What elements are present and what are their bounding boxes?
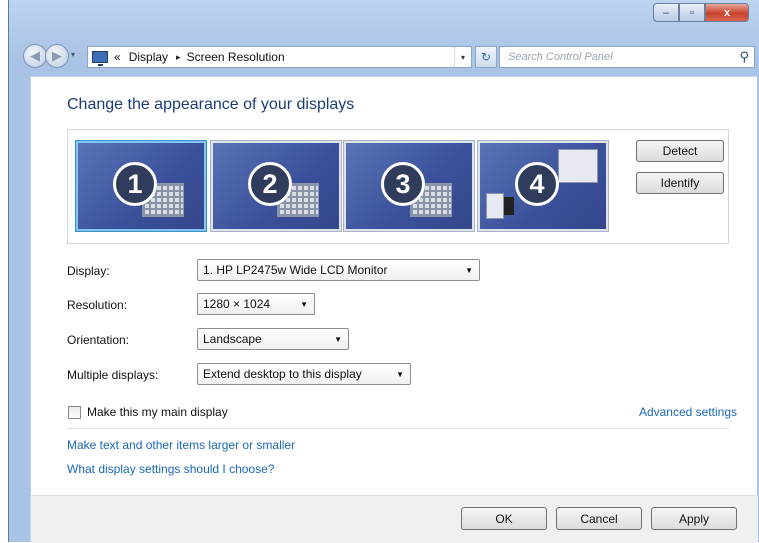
address-dropdown-icon[interactable]: ▾ <box>453 47 471 67</box>
help-link[interactable]: What display settings should I choose? <box>67 462 274 476</box>
ok-button[interactable]: OK <box>461 507 547 530</box>
display-label: Display: <box>67 264 110 278</box>
window-thumbnail-icon <box>558 149 598 183</box>
refresh-button[interactable]: ↻ <box>475 46 497 68</box>
dialog-footer: OK Cancel Apply <box>31 495 758 543</box>
page-title: Change the appearance of your displays <box>67 96 355 113</box>
search-input[interactable]: Search Control Panel ⚲ <box>499 46 755 68</box>
cancel-button[interactable]: Cancel <box>556 507 642 530</box>
chevron-down-icon: ▼ <box>465 265 473 275</box>
address-bar[interactable]: « Display ▸ Screen Resolution ▾ <box>87 46 472 68</box>
search-icon[interactable]: ⚲ <box>739 49 749 65</box>
orientation-select[interactable]: Landscape ▼ <box>197 328 349 350</box>
orientation-select-value: Landscape <box>203 332 262 346</box>
apply-button[interactable]: Apply <box>651 507 737 530</box>
advanced-settings-link[interactable]: Advanced settings <box>639 405 737 419</box>
monitor-number-badge: 1 <box>113 162 157 206</box>
multiple-displays-label: Multiple displays: <box>67 368 159 382</box>
monitor-2[interactable]: 2 <box>211 141 341 231</box>
navigation-bar: ◀ ▶ ▾ « Display ▸ Screen Resolution ▾ ↻ … <box>9 40 759 72</box>
back-button[interactable]: ◀ <box>23 44 47 68</box>
main-display-label[interactable]: Make this my main display <box>87 405 228 419</box>
breadcrumb-separator-icon[interactable]: ▸ <box>176 52 181 63</box>
caption-buttons: – ▫ x <box>653 3 749 22</box>
forward-button[interactable]: ▶ <box>45 44 69 68</box>
monitor-4[interactable]: 4 <box>478 141 608 231</box>
monitor-3[interactable]: 3 <box>344 141 474 231</box>
refresh-icon: ↻ <box>480 50 492 64</box>
window-frame: – ▫ x ◀ ▶ ▾ « Display ▸ Screen Resolutio… <box>8 0 759 543</box>
minimize-button[interactable]: – <box>653 3 679 22</box>
chevron-down-icon: ▼ <box>396 369 404 379</box>
display-select-value: 1. HP LP2475w Wide LCD Monitor <box>203 263 388 277</box>
device-thumbnail-icon <box>504 197 514 215</box>
divider <box>67 428 729 429</box>
search-placeholder: Search Control Panel <box>508 51 613 63</box>
back-arrow-icon: ◀ <box>30 48 40 63</box>
display-select[interactable]: 1. HP LP2475w Wide LCD Monitor ▼ <box>197 259 480 281</box>
multiple-displays-select-value: Extend desktop to this display <box>203 367 362 381</box>
resolution-label: Resolution: <box>67 298 128 312</box>
text-size-link[interactable]: Make text and other items larger or smal… <box>67 438 295 452</box>
multiple-displays-select[interactable]: Extend desktop to this display ▼ <box>197 363 411 385</box>
monitor-number-badge: 4 <box>515 162 559 206</box>
breadcrumb-screen-resolution[interactable]: Screen Resolution <box>187 50 285 64</box>
chevron-down-icon: ▼ <box>334 334 342 344</box>
forward-arrow-icon: ▶ <box>52 48 62 63</box>
monitor-number-badge: 3 <box>381 162 425 206</box>
content-pane: Change the appearance of your displays 1… <box>30 76 758 543</box>
resolution-select-value: 1280 × 1024 <box>203 297 271 311</box>
maximize-button[interactable]: ▫ <box>679 3 705 22</box>
breadcrumb-prefix[interactable]: « <box>114 50 121 64</box>
main-display-checkbox[interactable] <box>68 406 81 419</box>
resolution-select[interactable]: 1280 × 1024 ▼ <box>197 293 315 315</box>
monitor-1[interactable]: 1 <box>76 141 206 231</box>
breadcrumb-display[interactable]: Display <box>129 50 168 64</box>
detect-button[interactable]: Detect <box>636 140 724 162</box>
identify-button[interactable]: Identify <box>636 172 724 194</box>
monitor-number-badge: 2 <box>248 162 292 206</box>
orientation-label: Orientation: <box>67 333 130 347</box>
recent-pages-dropdown-icon[interactable]: ▾ <box>71 50 75 59</box>
close-button[interactable]: x <box>705 3 749 22</box>
monitor-arrangement-panel: 1 2 3 4 <box>67 129 729 244</box>
document-thumbnail-icon <box>486 193 504 219</box>
display-control-panel-icon <box>92 51 108 66</box>
chevron-down-icon: ▼ <box>300 299 308 309</box>
